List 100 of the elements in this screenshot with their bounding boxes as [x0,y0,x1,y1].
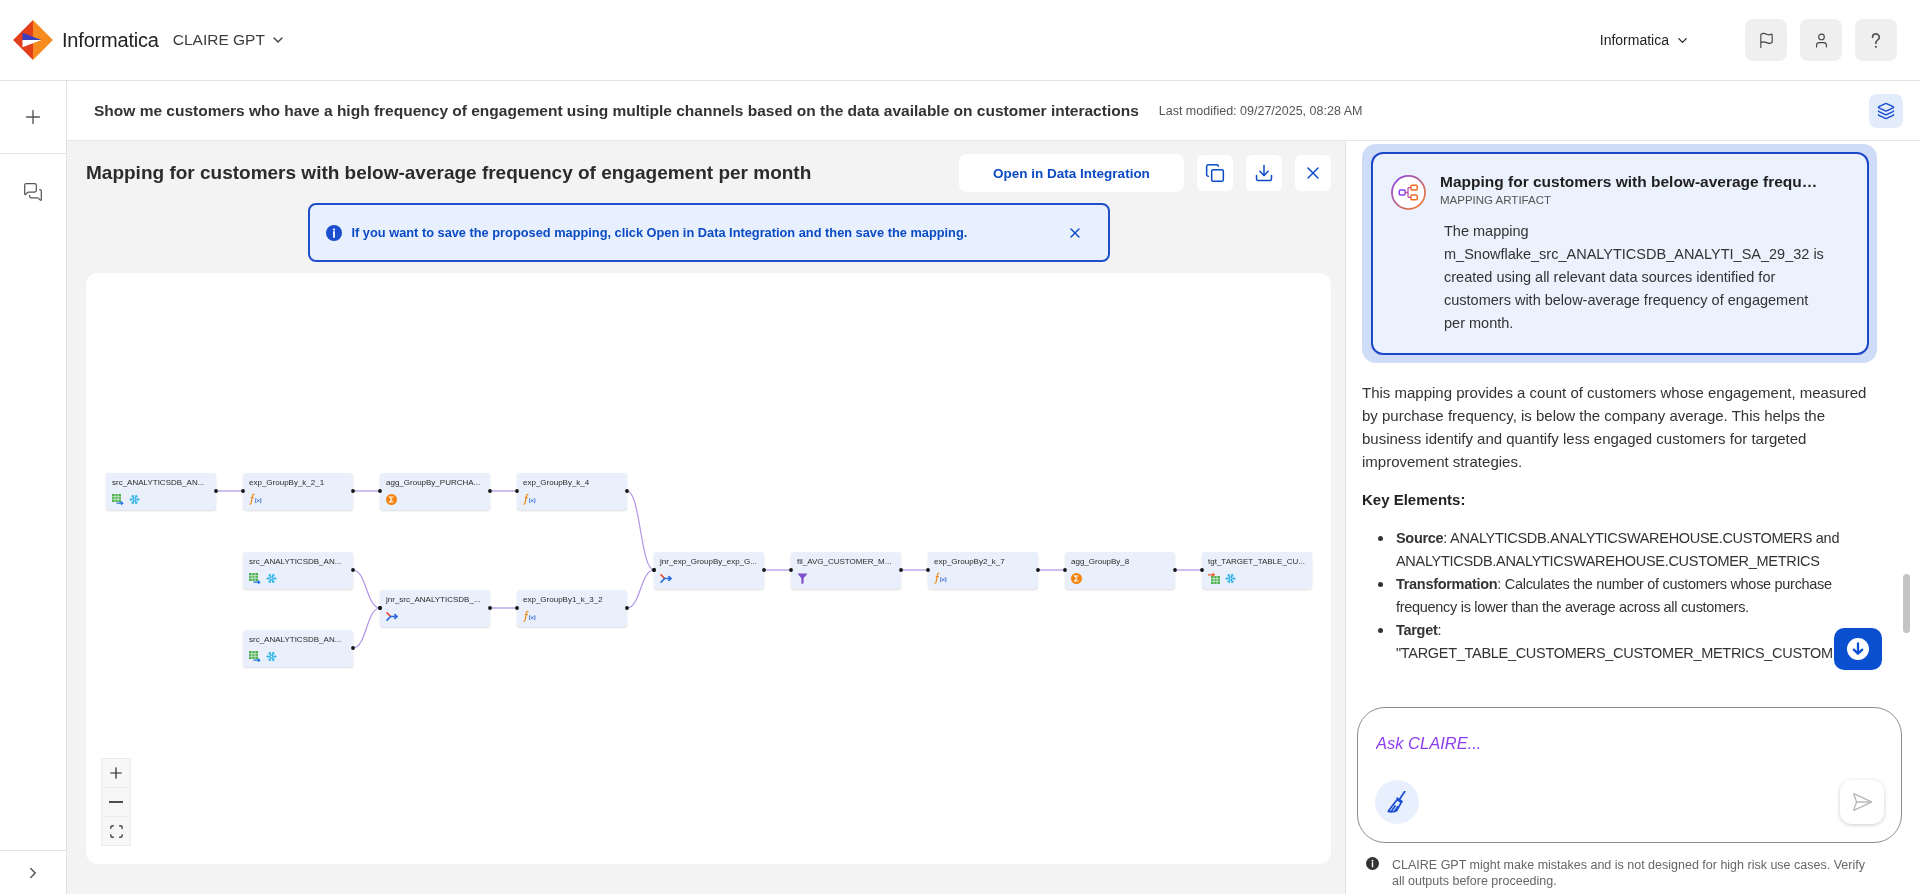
connector-line [899,568,930,572]
question-text: Show me customers who have a high frequency of engagement using multiple channels based on the data available on customer interactions [94,101,1139,120]
connector-line [1173,568,1204,572]
mapping-node[interactable]: src_ANALYTICSDB_AN... [243,630,353,667]
zoom-out-button[interactable] [101,787,131,817]
key-element-text: Transformation: Calculates the number of customers whose purchase frequency is lower than the average across all customers. [1396,576,1832,615]
connector-line [488,606,519,610]
arrow-table-icon [1208,572,1220,584]
mapping-node[interactable]: jnr_exp_GroupBy_exp_G... [654,552,764,589]
mapping-node[interactable]: agg_GroupBy_8 [1065,552,1175,589]
mapping-node[interactable]: src_ANALYTICSDB_AN... [243,552,353,589]
mapping-node[interactable]: fil_AVG_CUSTOMER_M... [791,552,901,589]
table-arrow-icon [249,650,261,662]
snowflake-icon [1225,572,1236,584]
plus-icon [107,764,125,782]
node-label: exp_GroupBy_k_2_1 [249,478,325,488]
mapping-node[interactable]: agg_GroupBy_PURCHA... [380,473,490,510]
key-element-text: Target: "TARGET_TABLE_CUSTOMERS_CUSTOMER_METRICS_CUSTOM [1396,622,1833,661]
logo-icon [12,19,54,61]
chat-input[interactable]: Ask CLAIRE... [1375,730,1884,756]
info-icon [1366,857,1379,870]
connector-line [351,489,382,493]
key-element-text: Source: ANALYTICSDB.ANALYTICSWAREHOUSE.CUSTOMERS and ANALYTICSDB.ANALYTICSWAREHOUSE.CUSTOMER_METRICS [1396,530,1840,569]
organization-menu[interactable]: Informatica [1597,28,1692,52]
mapping-node[interactable]: exp_GroupBy_k_2_1 [243,473,353,510]
clear-button[interactable] [1375,780,1419,824]
sigma-icon [386,493,397,505]
send-icon [1851,791,1873,813]
broom-icon [1386,791,1408,813]
last-modified-text: Last modified: 09/27/2025, 08:28 AM [1158,103,1363,118]
flag-icon [1757,31,1775,49]
bullet-icon [1378,628,1383,633]
node-label: jnr_exp_GroupBy_exp_G... [660,557,757,567]
funnel-icon [797,572,808,584]
brand-name: Informatica [62,28,159,52]
connector-line [214,489,245,493]
node-label: src_ANALYTICSDB_AN... [112,478,205,488]
sigma-icon [1071,572,1082,584]
mapping-node[interactable]: exp_GroupBy_k_4 [517,473,627,510]
arrow-down-circle-icon [1847,638,1869,660]
product-menu[interactable]: CLAIRE GPT [170,27,288,53]
chat-bubbles-icon [23,182,43,202]
snowflake-icon [266,650,277,662]
node-label: agg_GroupBy_8 [1071,557,1130,567]
connector-line [351,606,382,650]
node-label: exp_GroupBy2_k_7 [934,557,1005,567]
connector-line [1036,568,1067,572]
table-arrow-icon [249,572,261,584]
node-label: fil_AVG_CUSTOMER_M... [797,557,892,567]
profile-button[interactable] [1800,19,1842,61]
function-icon [523,610,536,622]
snowflake-icon [129,493,140,505]
snowflake-icon [266,572,277,584]
feedback-button[interactable] [1745,19,1787,61]
node-label: exp_GroupBy_k_4 [523,478,590,488]
mapping-node[interactable]: jnr_src_ANALYTICSDB_... [380,590,490,627]
zoom-in-button[interactable] [101,758,131,788]
scroll-down-button[interactable] [1834,628,1882,670]
mapping-node[interactable]: tgt_TARGET_TABLE_CU... [1202,552,1312,589]
merge-arrows-icon [386,610,398,622]
copy-button[interactable] [1197,155,1233,191]
layers-button[interactable] [1869,93,1903,128]
node-label: src_ANALYTICSDB_AN... [249,635,342,645]
fit-view-icon [108,823,124,839]
summary-text: This mapping provides a count of customers whose engagement, measured by purchase frequency, is below the company average. This helps the business identify and quantify less engaged customers for targeted improvement strategies. [1362,383,1868,472]
copy-icon [1205,163,1225,183]
close-button[interactable] [1295,155,1331,191]
node-label: tgt_TARGET_TABLE_CU... [1208,557,1306,567]
minus-icon [109,801,123,803]
mapping-node[interactable]: src_ANALYTICSDB_AN... [106,473,216,510]
connector-line [488,489,519,493]
table-arrow-icon [112,493,124,505]
connector-line [762,568,793,572]
node-label: agg_GroupBy_PURCHA... [386,478,481,488]
merge-arrows-icon [660,572,672,584]
open-in-data-integration-button[interactable]: Open in Data Integration [959,154,1184,192]
artifact-title: Mapping for customers with below-average frequ… [1440,172,1818,191]
disclaimer-text: CLAIRE GPT might make mistakes and is not designed for high risk use cases. Verify all outputs before proceeding. [1392,857,1866,889]
mapping-node[interactable]: exp_GroupBy1_k_3_2 [517,590,627,627]
bullet-icon [1378,582,1383,587]
artifact-type-label: MAPPING ARTIFACT [1440,193,1551,208]
mapping-artifact-icon [1391,175,1426,210]
question-mark-icon [1871,32,1881,48]
bullet-icon [1378,536,1383,541]
scrollbar-thumb[interactable] [1903,574,1910,633]
node-label: exp_GroupBy1_k_3_2 [523,595,603,605]
download-icon [1254,163,1274,183]
node-label: src_ANALYTICSDB_AN... [249,557,342,567]
info-banner-text: If you want to save the proposed mapping, click Open in Data Integration and then save the mapping. [351,225,968,240]
help-button[interactable] [1855,19,1897,61]
key-elements-heading: Key Elements: [1362,490,1467,510]
fit-view-button[interactable] [101,816,131,846]
mapping-node[interactable]: exp_GroupBy2_k_7 [928,552,1038,589]
info-icon [325,224,342,241]
mapping-title: Mapping for customers with below-average frequency of engagement per month [86,162,812,184]
function-icon [249,493,262,505]
function-icon [934,572,947,584]
node-label: jnr_src_ANALYTICSDB_... [386,595,481,605]
layers-icon [1877,101,1895,120]
download-button[interactable] [1246,155,1282,191]
